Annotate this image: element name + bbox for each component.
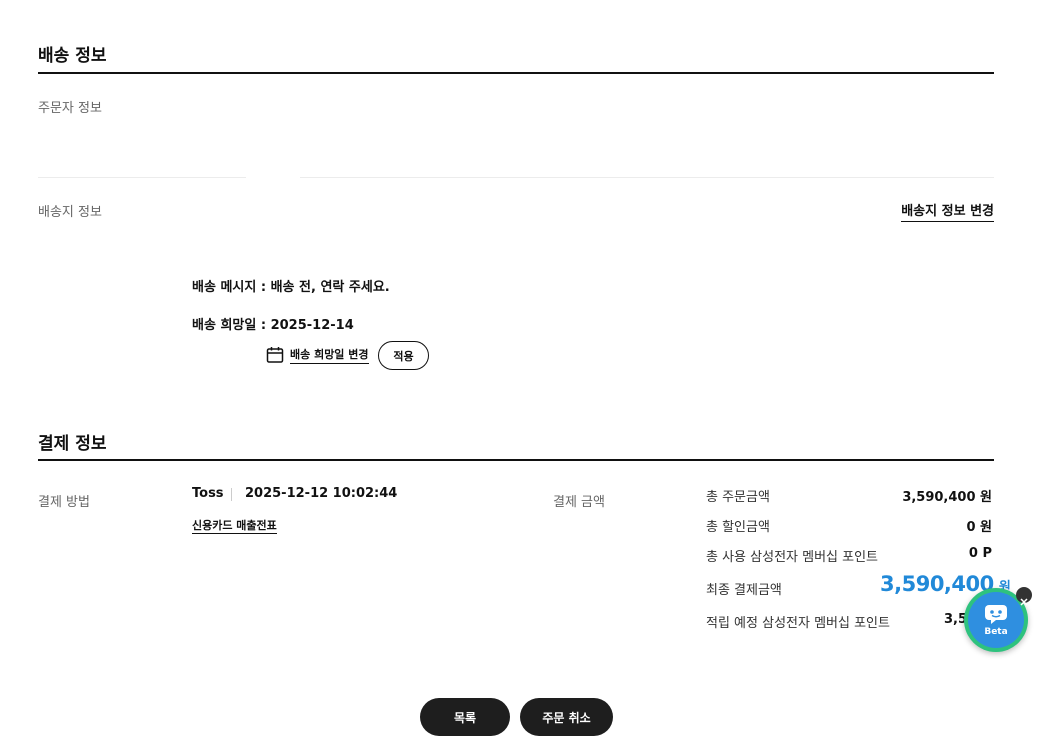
orderer-divider-left	[38, 177, 246, 178]
payment-datetime: 2025-12-12 10:02:44	[245, 486, 398, 501]
points-earn-label: 적립 예정 삼성전자 멤버십 포인트	[706, 616, 890, 631]
change-address-link-label: 배송지 정보 변경	[901, 204, 994, 222]
method-separator	[231, 488, 232, 501]
calendar-icon	[266, 346, 284, 364]
summary-label-total-discount: 총 할인금액	[706, 520, 770, 535]
summary-value-points-used: 0 P	[968, 546, 992, 561]
close-icon	[1020, 591, 1028, 606]
change-address-link[interactable]: 배송지 정보 변경	[901, 200, 994, 222]
delivery-section-divider	[38, 72, 994, 74]
delivery-message: 배송 메시지 : 배송 전, 연락 주세요.	[192, 276, 390, 295]
summary-label-total-order: 총 주문금액	[706, 490, 770, 505]
delivery-message-value: 배송 전, 연락 주세요.	[270, 280, 390, 295]
orderer-divider-right	[300, 177, 994, 178]
payment-section-title: 결제 정보	[38, 434, 107, 454]
delivery-section-title: 배송 정보	[38, 46, 107, 66]
payment-amount-label: 결제 금액	[553, 495, 605, 510]
cancel-order-button[interactable]: 주문 취소	[520, 698, 613, 736]
summary-value-total-discount: 0 원	[966, 520, 992, 535]
chatbot-face: Beta	[968, 592, 1024, 648]
hope-date: 배송 희망일 : 2025-12-14	[192, 314, 354, 333]
hope-date-label: 배송 희망일 :	[192, 318, 267, 333]
summary-label-points-used: 총 사용 삼성전자 멤버십 포인트	[706, 550, 879, 565]
chatbot-badge: Beta	[984, 627, 1008, 637]
summary-value-total-order: 3,590,400 원	[902, 490, 992, 505]
apply-button[interactable]: 적용	[378, 341, 429, 370]
list-button[interactable]: 목록	[420, 698, 510, 736]
payment-method-value: Toss	[192, 486, 224, 501]
card-receipt-link-label: 신용카드 매출전표	[192, 519, 277, 534]
hope-date-value: 2025-12-14	[270, 318, 354, 333]
payment-method-label: 결제 방법	[38, 495, 90, 510]
orderer-info-label: 주문자 정보	[38, 101, 102, 116]
payment-section-divider	[38, 459, 994, 461]
change-hope-date-label: 배송 희망일 변경	[290, 346, 369, 364]
card-receipt-link[interactable]: 신용카드 매출전표	[192, 514, 277, 534]
address-info-label: 배송지 정보	[38, 205, 102, 220]
robot-icon	[983, 603, 1009, 625]
final-amount-label: 최종 결제금액	[706, 583, 782, 598]
chatbot-close-button[interactable]	[1016, 587, 1032, 606]
delivery-message-label: 배송 메시지 :	[192, 280, 267, 295]
change-hope-date-button[interactable]: 배송 희망일 변경	[266, 346, 369, 364]
